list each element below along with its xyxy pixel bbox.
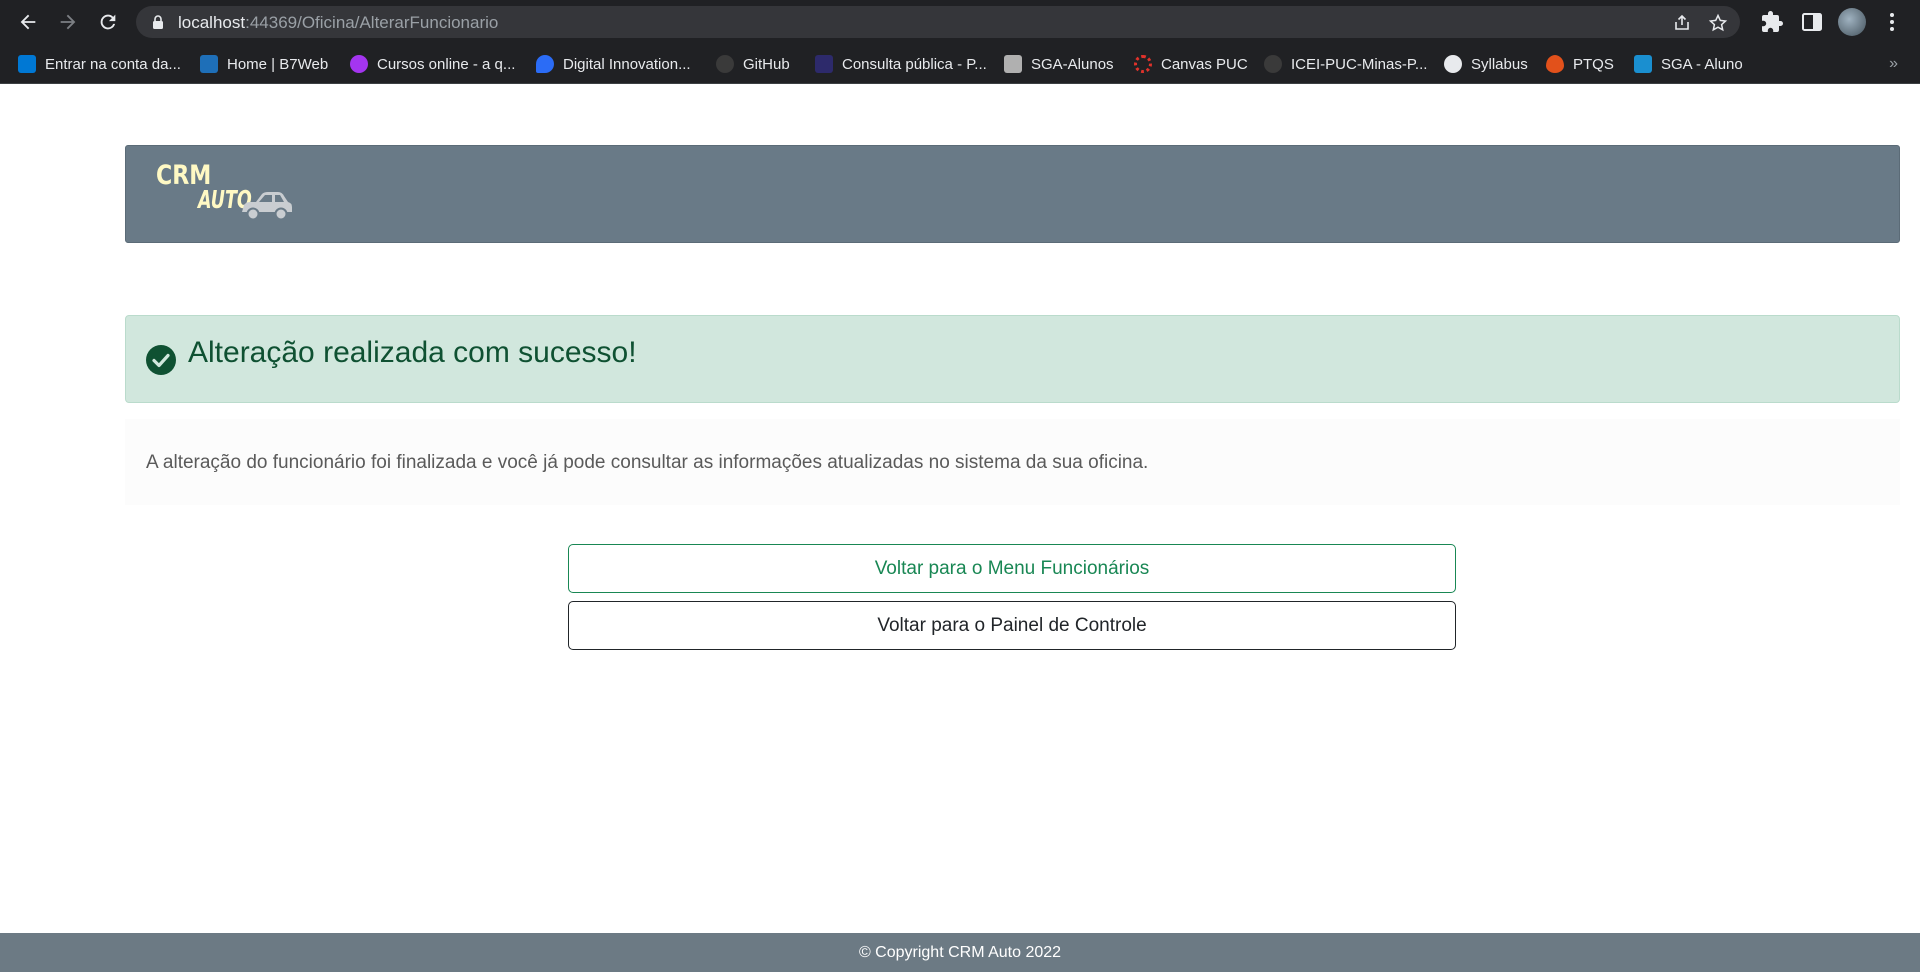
url-path: :44369/Oficina/AlterarFuncionario <box>245 13 499 32</box>
logo[interactable]: CRM AUTO <box>156 160 301 222</box>
bookmark-item[interactable]: SGA-Alunos <box>1004 53 1114 75</box>
bookmark-label: Syllabus <box>1471 55 1528 73</box>
reload-button[interactable] <box>92 6 124 38</box>
bookmark-item[interactable]: ICEI-PUC-Minas-P... <box>1264 53 1427 75</box>
bookmark-item[interactable]: Cursos online - a q... <box>350 53 515 75</box>
url-text: localhost:44369/Oficina/AlterarFuncionar… <box>178 13 498 33</box>
dio-icon <box>536 55 554 73</box>
reload-icon <box>100 14 116 30</box>
forward-button[interactable] <box>52 6 84 38</box>
share-icon[interactable] <box>1672 13 1692 33</box>
car-icon <box>242 192 292 221</box>
sga-icon <box>1004 55 1022 73</box>
sga-aluno-icon <box>1634 55 1652 73</box>
flame-icon <box>1546 55 1564 73</box>
kebab-menu-icon[interactable] <box>1880 10 1904 34</box>
bookmark-item[interactable]: Home | B7Web <box>200 53 328 75</box>
browser-toolbar: localhost:44369/Oficina/AlterarFuncionar… <box>0 0 1920 44</box>
canvas-icon <box>1134 55 1152 73</box>
check-circle-icon <box>146 345 176 375</box>
bookmarks-bar: Entrar na conta da... Home | B7Web Curso… <box>0 44 1920 84</box>
site-header: CRM AUTO <box>125 145 1900 243</box>
page-content: CRM AUTO Alteração realizada com sucesso… <box>0 84 1920 972</box>
bookmark-label: Consulta pública - P... <box>842 55 987 73</box>
back-to-dashboard-button[interactable]: Voltar para o Painel de Controle <box>568 601 1456 650</box>
back-to-employees-menu-button[interactable]: Voltar para o Menu Funcionários <box>568 544 1456 593</box>
bookmark-label: SGA-Alunos <box>1031 55 1114 73</box>
bookmark-label: ICEI-PUC-Minas-P... <box>1291 55 1428 73</box>
bookmark-item[interactable]: PTQS <box>1546 53 1614 75</box>
avatar[interactable] <box>1838 8 1866 36</box>
bookmark-item[interactable]: Digital Innovation... <box>536 53 691 75</box>
site-footer: © Copyright CRM Auto 2022 <box>0 933 1920 972</box>
info-panel: A alteração do funcionário foi finalizad… <box>125 419 1900 505</box>
star-icon[interactable] <box>1708 13 1728 33</box>
side-panel-icon[interactable] <box>1800 10 1824 34</box>
extensions-icon[interactable] <box>1760 10 1784 34</box>
bookmark-label: PTQS <box>1573 55 1614 73</box>
success-alert: Alteração realizada com sucesso! <box>125 315 1900 403</box>
b7web-icon <box>200 55 218 73</box>
info-text: A alteração do funcionário foi finalizad… <box>146 452 1149 473</box>
udemy-icon <box>350 55 368 73</box>
bookmark-item[interactable]: GitHub <box>716 53 790 75</box>
globe-icon <box>1444 55 1462 73</box>
bookmark-item[interactable]: Entrar na conta da... <box>18 53 181 75</box>
consulta-icon <box>815 55 833 73</box>
url-host: localhost <box>178 13 246 32</box>
bookmark-label: Cursos online - a q... <box>377 55 516 73</box>
bookmark-item[interactable]: Consulta pública - P... <box>815 53 987 75</box>
bookmarks-overflow-button[interactable]: » <box>1889 55 1898 73</box>
github-icon <box>716 55 734 73</box>
bookmark-item[interactable]: Canvas PUC <box>1134 53 1248 75</box>
arrow-right-icon <box>60 14 76 30</box>
bookmark-label: Digital Innovation... <box>563 55 691 73</box>
bookmark-label: GitHub <box>743 55 790 73</box>
success-message: Alteração realizada com sucesso! <box>188 336 637 369</box>
github-icon <box>1264 55 1282 73</box>
bookmark-label: Canvas PUC <box>1161 55 1248 73</box>
bookmark-item[interactable]: Syllabus <box>1444 53 1528 75</box>
footer-copyright: © Copyright CRM Auto 2022 <box>858 943 1062 961</box>
outlook-icon <box>18 55 36 73</box>
bookmark-label: Entrar na conta da... <box>45 55 181 73</box>
arrow-left-icon <box>20 14 36 30</box>
bookmark-label: SGA - Aluno <box>1661 55 1743 73</box>
bookmark-label: Home | B7Web <box>227 55 329 73</box>
bookmark-item[interactable]: SGA - Aluno <box>1634 53 1743 75</box>
back-button[interactable] <box>12 6 44 38</box>
lock-icon <box>153 15 163 29</box>
address-bar[interactable]: localhost:44369/Oficina/AlterarFuncionar… <box>136 6 1740 38</box>
